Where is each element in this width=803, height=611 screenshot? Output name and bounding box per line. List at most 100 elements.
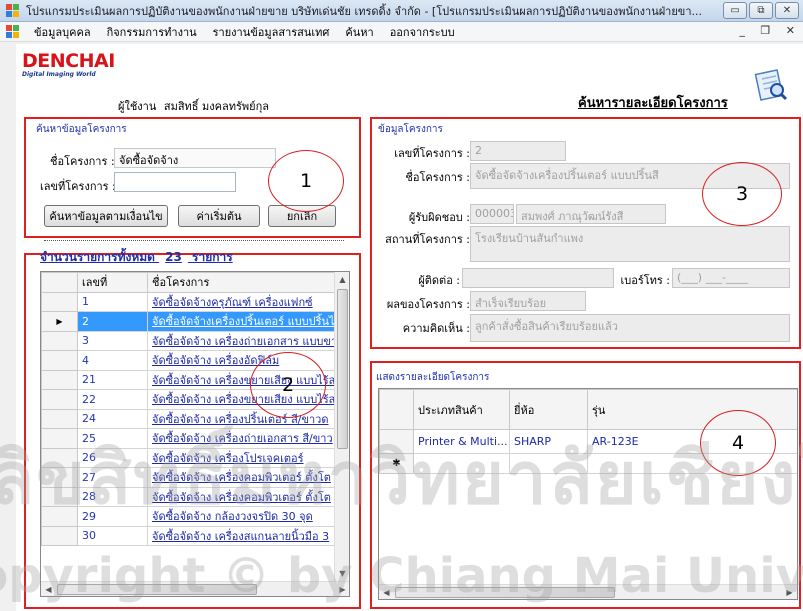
project-id-cell[interactable]: 30 [77, 525, 148, 546]
project-id-cell[interactable]: 27 [77, 467, 148, 488]
item-type-cell[interactable]: Printer & Multi... [413, 429, 510, 454]
column-header-name[interactable]: ชื่อโครงการ [147, 272, 336, 293]
row-header[interactable] [41, 525, 78, 546]
table-row[interactable]: 29 จัดซื้อจัดจ้าง กล้องวงจรปิด 30 จุด [41, 506, 336, 527]
project-name-cell[interactable]: จัดซื้อจัดจ้าง เครื่องถ่ายเอกสาร สี/ขาว [147, 428, 336, 449]
project-id-cell[interactable]: 3 [77, 330, 148, 351]
new-row-cell[interactable] [509, 453, 588, 474]
table-row[interactable]: 1 จัดซื้อจัดจ้างครุภัณฑ์ เครื่องแฟกซ์ [41, 291, 336, 312]
mdi-child-icon[interactable] [6, 24, 20, 39]
row-header[interactable] [41, 447, 78, 468]
items-scroll-right-arrow[interactable]: ▶ [782, 585, 797, 599]
annotation-circle-4: 4 [700, 410, 776, 476]
page-title: ค้นหารายละเอียดโครงการ [578, 96, 728, 111]
scroll-down-arrow[interactable]: ▼ [335, 566, 349, 581]
project-id-input[interactable] [114, 172, 236, 192]
items-horizontal-scrollbar[interactable]: ◀ ▶ [379, 584, 797, 599]
project-id-cell[interactable]: 28 [77, 486, 148, 507]
close-button[interactable]: ✕ [775, 2, 799, 19]
project-id-cell[interactable]: 29 [77, 506, 148, 527]
annotation-circle-1: 1 [268, 150, 344, 212]
table-row[interactable]: 25 จัดซื้อจัดจ้าง เครื่องถ่ายเอกสาร สี/ขา… [41, 428, 336, 449]
project-name-cell[interactable]: จัดซื้อจัดจ้าง เครื่องถ่ายเอกสาร แบบขา [147, 330, 336, 351]
project-list-grid[interactable]: เลขที่ ชื่อโครงการ 1 จัดซื้อจัดจ้างครุภัณ… [40, 271, 350, 597]
menu-personal-data[interactable]: ข้อมูลบุคคล [34, 23, 91, 41]
table-row[interactable]: 26 จัดซื้อจัดจ้าง เครื่องโปรเจคเตอร์ [41, 447, 336, 468]
menu-logout[interactable]: ออกจากระบบ [390, 23, 455, 41]
total-count: จำนวนรายการทั้งหมด 23 รายการ [40, 248, 233, 267]
row-header-corner [41, 272, 78, 293]
items-row-header[interactable] [379, 429, 414, 454]
row-header[interactable] [41, 486, 78, 507]
row-header[interactable] [41, 389, 78, 410]
items-hscroll-thumb[interactable] [395, 587, 615, 598]
project-name-input[interactable]: จัดซื้อจัดจ้าง [114, 148, 276, 168]
window-title: โปรแกรมประเมินผลการปฏิบัติงานของพนักงานฝ… [26, 4, 702, 18]
project-id-cell[interactable]: 22 [77, 389, 148, 410]
row-header[interactable] [41, 350, 78, 371]
row-header[interactable]: ▶ [41, 311, 78, 332]
search-document-icon [754, 69, 788, 101]
project-id-cell[interactable]: 26 [77, 447, 148, 468]
project-name-cell[interactable]: จัดซื้อจัดจ้างเครื่องปริ้นเตอร์ แบบปริ้น… [147, 311, 336, 332]
project-name-cell[interactable]: จัดซื้อจัดจ้าง เครื่องสแกนลายนิ้วมือ 3 [147, 525, 336, 546]
new-row-marker[interactable]: ✱ [379, 453, 414, 474]
scroll-up-arrow[interactable]: ▲ [335, 272, 349, 287]
detail-phone-label: เบอร์โทร : [620, 274, 670, 287]
scroll-left-arrow[interactable]: ◀ [41, 582, 56, 596]
row-header[interactable] [41, 506, 78, 527]
project-id-cell[interactable]: 4 [77, 350, 148, 371]
project-id-cell[interactable]: 24 [77, 408, 148, 429]
items-col-type[interactable]: ประเภทสินค้า [413, 389, 510, 430]
list-vertical-scrollbar[interactable]: ▲ ▼ [334, 272, 349, 581]
detail-name-label: ชื่อโครงการ : [405, 171, 470, 184]
detail-owner-id: 000003 [470, 204, 514, 224]
project-id-cell[interactable]: 25 [77, 428, 148, 449]
new-row-cell[interactable] [413, 453, 510, 474]
project-id-cell[interactable]: 2 [77, 311, 148, 332]
row-header[interactable] [41, 467, 78, 488]
hscroll-thumb[interactable] [57, 584, 257, 595]
mdi-window-controls[interactable]: _ ❐ ✕ [739, 24, 801, 37]
project-name-cell[interactable]: จัดซื้อจัดจ้าง เครื่องโปรเจคเตอร์ [147, 447, 336, 468]
row-header[interactable] [41, 291, 78, 312]
menu-search[interactable]: ค้นหา [345, 23, 373, 41]
row-header[interactable] [41, 330, 78, 351]
list-horizontal-scrollbar[interactable]: ◀ ▶ [41, 581, 349, 596]
table-row[interactable]: 27 จัดซื้อจัดจ้าง เครื่องคอมพิวเตอร์ ตั้ง… [41, 467, 336, 488]
project-name-cell[interactable]: จัดซื้อจัดจ้าง กล้องวงจรปิด 30 จุด [147, 506, 336, 527]
scroll-right-arrow[interactable]: ▶ [335, 582, 349, 596]
scroll-thumb[interactable] [337, 289, 348, 449]
table-row[interactable]: ▶ 2 จัดซื้อจัดจ้างเครื่องปริ้นเตอร์ แบบปริ… [41, 311, 336, 332]
project-id-label: เลขที่โครงการ : [40, 180, 116, 193]
item-brand-cell[interactable]: SHARP [509, 429, 588, 454]
menu-reports[interactable]: รายงานข้อมูลสารสนเทศ [213, 23, 330, 41]
reset-button[interactable]: ค่าเริ่มต้น [178, 205, 260, 227]
table-row[interactable]: 30 จัดซื้อจัดจ้าง เครื่องสแกนลายนิ้วมือ 3 [41, 525, 336, 546]
logo-text: DENCHAI [22, 50, 115, 72]
table-row[interactable]: 28 จัดซื้อจัดจ้าง เครื่องคอมพิวเตอร์ ตั้ง… [41, 486, 336, 507]
row-header[interactable] [41, 408, 78, 429]
project-id-cell[interactable]: 1 [77, 291, 148, 312]
detail-id-field: 2 [470, 141, 566, 161]
detail-place-field: โรงเรียนบ้านสันกำแพง [470, 226, 790, 262]
table-row[interactable]: 3 จัดซื้อจัดจ้าง เครื่องถ่ายเอกสาร แบบขา [41, 330, 336, 351]
annotation-circle-2: 2 [250, 352, 326, 418]
project-name-cell[interactable]: จัดซื้อจัดจ้างครุภัณฑ์ เครื่องแฟกซ์ [147, 291, 336, 312]
items-col-brand[interactable]: ยี่ห้อ [509, 389, 588, 430]
detail-phone-field: (___) ___-____ [672, 268, 790, 288]
restore-button[interactable]: ⧉ [749, 2, 773, 19]
search-by-condition-button[interactable]: ค้นหาข้อมูลตามเงื่อนไข [44, 205, 168, 227]
row-header[interactable] [41, 428, 78, 449]
detail-result-label: ผลของโครงการ : [386, 298, 470, 311]
minimize-button[interactable]: ▭ [723, 2, 747, 19]
project-id-cell[interactable]: 21 [77, 369, 148, 390]
items-scroll-left-arrow[interactable]: ◀ [379, 585, 394, 599]
row-header[interactable] [41, 369, 78, 390]
project-name-cell[interactable]: จัดซื้อจัดจ้าง เครื่องคอมพิวเตอร์ ตั้งโต [147, 467, 336, 488]
detail-comment-label: ความคิดเห็น : [402, 322, 470, 335]
detail-owner-name: สมพงศ์ ภาณุวัฒน์รังสี [516, 204, 666, 224]
column-header-id[interactable]: เลขที่ [77, 272, 148, 293]
menu-activities[interactable]: กิจกรรมการทำงาน [107, 23, 197, 41]
project-name-cell[interactable]: จัดซื้อจัดจ้าง เครื่องคอมพิวเตอร์ ตั้งโต [147, 486, 336, 507]
